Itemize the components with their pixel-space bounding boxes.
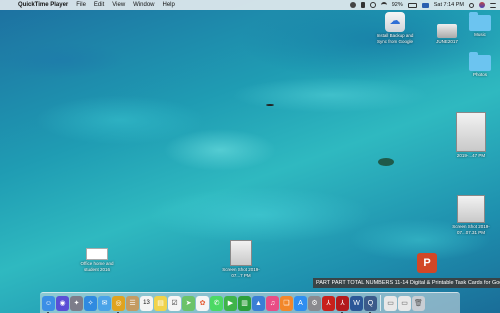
status-app-icon[interactable]: [349, 2, 356, 8]
wifi-icon[interactable]: [380, 2, 387, 8]
books-icon[interactable]: ❑: [280, 295, 293, 311]
reminders-icon[interactable]: ☑: [168, 295, 181, 311]
island-mark: [378, 158, 394, 166]
screenshot-1-icon[interactable]: 2019-...47 PM: [446, 112, 496, 159]
menu-file[interactable]: File: [76, 2, 86, 8]
siri-icon[interactable]: ◉: [56, 295, 69, 311]
adobe-acrobat-icon[interactable]: ⅄: [322, 295, 335, 311]
screenshot-1-label: 2019-...47 PM: [456, 153, 486, 158]
safari-icon[interactable]: ✧: [84, 295, 97, 311]
backup-sync-app-icon: ☁: [385, 12, 405, 32]
menu-help[interactable]: Help: [163, 2, 175, 8]
screenshot-thumbnail-icon: [457, 195, 485, 223]
launchpad-icon[interactable]: ✦: [70, 295, 83, 311]
powerpoint-icon: P: [417, 253, 437, 273]
notes-icon[interactable]: ▤: [154, 295, 167, 311]
boat-mark: [266, 104, 274, 106]
mail-icon[interactable]: ✉: [98, 295, 111, 311]
maps-icon[interactable]: ➤: [182, 295, 195, 311]
hard-drive-icon: [437, 24, 457, 38]
numbers-icon[interactable]: ▥: [238, 295, 251, 311]
photos-folder-icon[interactable]: Photos: [465, 52, 495, 78]
chrome-icon[interactable]: ◎: [112, 295, 125, 313]
trash-icon[interactable]: 🗑: [412, 295, 425, 311]
screenshot-thumbnail-icon: [230, 240, 252, 266]
adobe-reader-icon[interactable]: ⅄: [336, 295, 349, 313]
file-name-tooltip: PART PART TOTAL NUMBERS 11-14 Digital & …: [313, 278, 500, 288]
flag-icon[interactable]: [421, 2, 429, 8]
downloads-stack-icon[interactable]: ▭: [384, 295, 397, 311]
calendar-icon[interactable]: 13: [140, 295, 153, 311]
folder-icon: [469, 12, 491, 31]
powerpoint-file-icon[interactable]: P: [415, 253, 439, 274]
office-document-icon: [86, 248, 108, 260]
notification-center-icon[interactable]: [490, 2, 496, 8]
appstore-icon[interactable]: A: [294, 295, 307, 311]
folder-icon: [469, 52, 491, 71]
battery-percent[interactable]: 92%: [392, 2, 403, 8]
itunes-icon[interactable]: ♫: [266, 295, 279, 311]
photos-icon[interactable]: ✿: [196, 295, 209, 311]
menu-app-name[interactable]: QuickTime Player: [18, 2, 68, 8]
quicktime-icon[interactable]: Q: [364, 295, 377, 313]
install-backup-label: Install Backup and Sync from Google: [376, 33, 414, 44]
screenshot-3-label: Screen Shot 2019-07...7 PM: [222, 267, 260, 278]
documents-stack-icon[interactable]: ▭: [398, 295, 411, 311]
office-doc-icon[interactable]: Office home and student 2016: [76, 248, 118, 272]
preferences-icon[interactable]: ⚙: [308, 295, 321, 311]
screenshot-2-label: Screen Shot 2019-07...07.31 PM: [452, 224, 490, 235]
office-doc-label: Office home and student 2016: [80, 261, 114, 272]
finder-icon[interactable]: ☺: [42, 295, 55, 313]
messages-icon[interactable]: ✆: [210, 295, 223, 311]
menu-bar: QuickTime Player File Edit View Window H…: [0, 0, 500, 10]
music-label: Music: [474, 32, 486, 37]
menu-clock[interactable]: Sat 7:14 PM: [434, 2, 464, 8]
facetime-icon[interactable]: ▶: [224, 295, 237, 311]
dock: ☺ ◉ ✦ ✧ ✉ ◎ ☰ 13 ▤ ☑ ➤ ✿ ✆ ▶ ▥ ▲ ♫ ❑ A ⚙…: [40, 292, 460, 313]
music-folder-icon[interactable]: Music: [465, 12, 495, 38]
drive-icon[interactable]: JUNE2017: [432, 24, 462, 45]
bluetooth-icon[interactable]: [360, 2, 365, 8]
battery-icon[interactable]: [407, 2, 417, 8]
menu-view[interactable]: View: [112, 2, 125, 8]
timemachine-icon[interactable]: [369, 2, 376, 8]
photos-label: Photos: [472, 72, 487, 77]
menu-edit[interactable]: Edit: [94, 2, 104, 8]
spotlight-icon[interactable]: [469, 2, 474, 8]
status-area: 92% Sat 7:14 PM: [349, 0, 496, 10]
contacts-icon[interactable]: ☰: [126, 295, 139, 311]
menu-window[interactable]: Window: [133, 2, 154, 8]
screenshot-3-icon[interactable]: Screen Shot 2019-07...7 PM: [218, 240, 264, 278]
install-backup-icon[interactable]: ☁ Install Backup and Sync from Google: [372, 12, 418, 44]
word-icon[interactable]: W: [350, 295, 363, 311]
drive-label: JUNE2017: [436, 39, 458, 44]
keynote-icon[interactable]: ▲: [252, 295, 265, 311]
screenshot-thumbnail-icon: [456, 112, 486, 152]
dock-separator: [380, 295, 381, 311]
siri-menu-icon[interactable]: [479, 2, 485, 8]
screenshot-2-icon[interactable]: Screen Shot 2019-07...07.31 PM: [446, 195, 496, 235]
